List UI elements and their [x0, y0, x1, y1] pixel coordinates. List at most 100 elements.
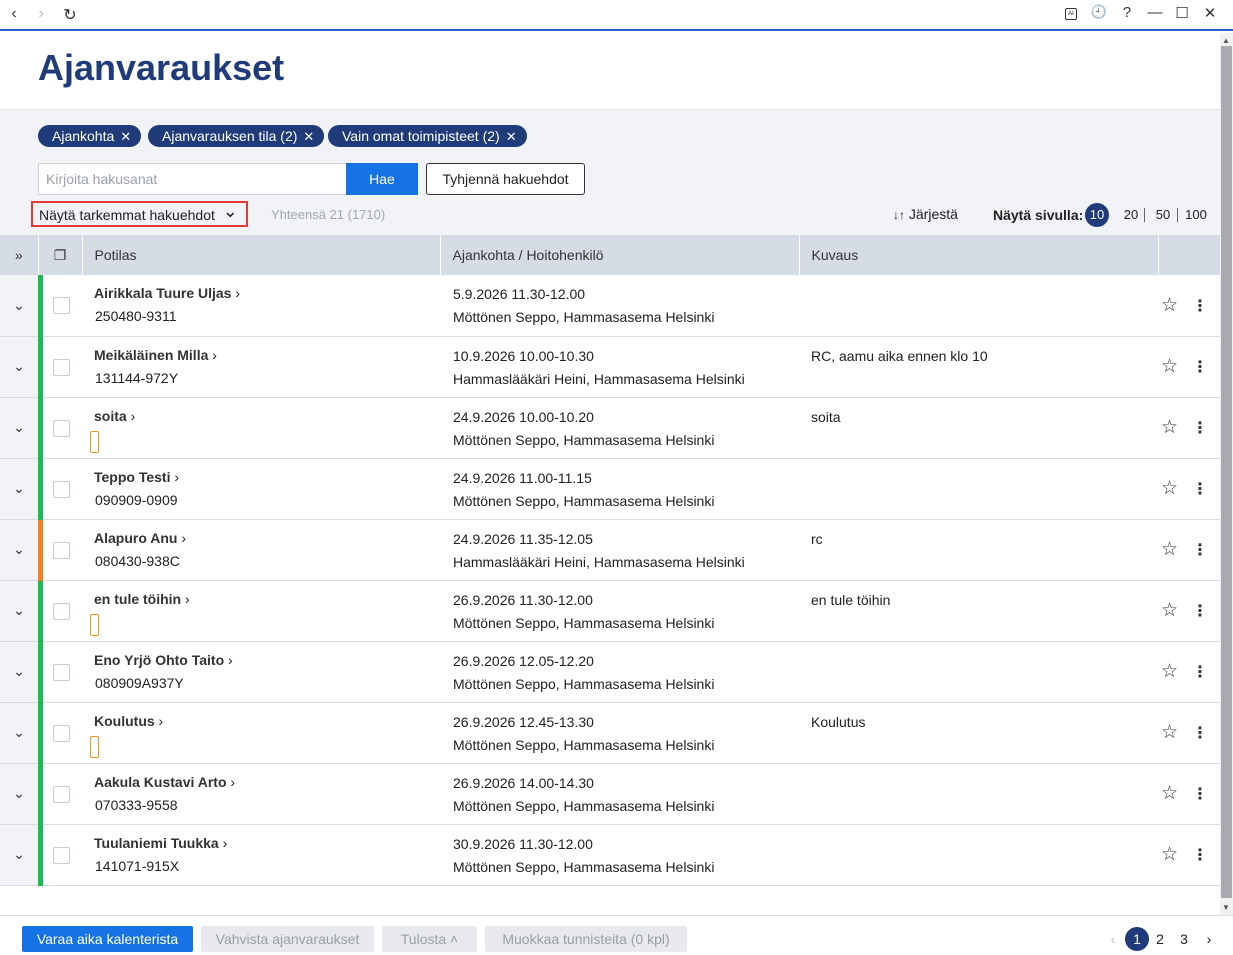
- table-row[interactable]: ⌄ Aakula Kustavi Arto › 070333-9558 26.9.20…: [0, 763, 1220, 825]
- scroll-down-icon[interactable]: ▼: [1222, 903, 1230, 912]
- more-menu-icon[interactable]: ⋮: [1192, 664, 1208, 681]
- sort-button[interactable]: ↓↑ Järjestä: [893, 206, 958, 222]
- confirm-appointments-button[interactable]: Vahvista ajanvaraukset: [201, 926, 374, 952]
- table-row[interactable]: ⌄ en tule töihin › 26.9.2026 11.30-12.00 Mö…: [0, 580, 1220, 642]
- more-menu-icon[interactable]: ⋮: [1192, 481, 1208, 498]
- patient-link[interactable]: Eno Yrjö Ohto Taito ›: [82, 642, 440, 668]
- prev-page-icon[interactable]: ‹: [1101, 927, 1125, 951]
- page-1[interactable]: 1: [1125, 927, 1149, 951]
- row-checkbox[interactable]: [53, 358, 70, 376]
- table-row[interactable]: ⌄ Koulutus › 26.9.2026 12.45-13.30 Möttönen…: [0, 702, 1220, 764]
- book-from-calendar-button[interactable]: Varaa aika kalenterista: [22, 926, 193, 952]
- remove-icon[interactable]: ✕: [303, 129, 314, 144]
- table-row[interactable]: ⌄ soita › 24.9.2026 10.00-10.20 Möttönen Se…: [0, 397, 1220, 459]
- patient-link[interactable]: Tuulaniemi Tuukka ›: [82, 825, 440, 851]
- scrollbar-thumb[interactable]: [1221, 46, 1232, 898]
- star-icon[interactable]: ☆: [1161, 844, 1178, 865]
- star-icon[interactable]: ☆: [1161, 600, 1178, 621]
- more-menu-icon[interactable]: ⋮: [1192, 298, 1208, 315]
- clear-filters-button[interactable]: Tyhjennä hakuehdot: [426, 163, 585, 195]
- star-icon[interactable]: ☆: [1161, 722, 1178, 743]
- patient-link[interactable]: en tule töihin ›: [82, 581, 440, 607]
- row-checkbox[interactable]: [53, 602, 70, 620]
- minimize-icon[interactable]: —: [1146, 4, 1164, 21]
- more-menu-icon[interactable]: ⋮: [1192, 420, 1208, 437]
- table-row[interactable]: ⌄ Alapuro Anu › 080430-938C 24.9.2026 11.35…: [0, 519, 1220, 581]
- table-row[interactable]: ⌄ Airikkala Tuure Uljas › 250480-9311 5.9.2…: [0, 275, 1220, 337]
- filter-chip-status[interactable]: Ajanvarauksen tila (2) ✕: [148, 125, 325, 147]
- remove-icon[interactable]: ✕: [506, 129, 517, 144]
- ai-icon[interactable]: AI: [1065, 8, 1077, 20]
- reload-icon[interactable]: ↻: [61, 5, 79, 25]
- row-checkbox[interactable]: [53, 541, 70, 559]
- patient-link[interactable]: Teppo Testi ›: [82, 459, 440, 485]
- expand-row-icon[interactable]: ⌄: [0, 763, 38, 825]
- row-checkbox[interactable]: [53, 785, 70, 803]
- table-row[interactable]: ⌄ Teppo Testi › 090909-0909 24.9.2026 11.00…: [0, 458, 1220, 520]
- row-checkbox[interactable]: [53, 663, 70, 681]
- table-row[interactable]: ⌄ Meikäläinen Milla › 131144-972Y 10.9.2026…: [0, 336, 1220, 398]
- star-icon[interactable]: ☆: [1161, 417, 1178, 438]
- row-checkbox[interactable]: [53, 297, 70, 314]
- back-icon[interactable]: ‹: [5, 5, 23, 23]
- row-checkbox[interactable]: [53, 419, 70, 437]
- column-header-ajankohta[interactable]: Ajankohta / Hoitohenkilö: [440, 235, 800, 275]
- row-checkbox[interactable]: [53, 846, 70, 864]
- page-3[interactable]: 3: [1172, 927, 1196, 951]
- help-icon[interactable]: ?: [1118, 4, 1136, 21]
- expand-row-icon[interactable]: ⌄: [0, 580, 38, 642]
- more-menu-icon[interactable]: ⋮: [1192, 786, 1208, 803]
- row-checkbox[interactable]: [53, 724, 70, 742]
- per-page-option-100[interactable]: 100: [1184, 203, 1208, 227]
- star-icon[interactable]: ☆: [1161, 539, 1178, 560]
- per-page-option-50[interactable]: 50: [1154, 203, 1172, 227]
- expand-row-icon[interactable]: ⌄: [0, 458, 38, 520]
- column-header-potilas[interactable]: Potilas: [82, 235, 441, 275]
- forward-icon[interactable]: ›: [32, 5, 50, 23]
- show-more-filters-toggle[interactable]: Näytä tarkemmat hakuehdot ⌄: [31, 201, 248, 227]
- more-menu-icon[interactable]: ⋮: [1192, 542, 1208, 559]
- search-button[interactable]: Hae: [346, 163, 418, 195]
- patient-link[interactable]: Alapuro Anu ›: [82, 520, 440, 546]
- edit-tags-button[interactable]: Muokkaa tunnisteita (0 kpl): [485, 926, 687, 952]
- remove-icon[interactable]: ✕: [120, 129, 131, 144]
- maximize-icon[interactable]: ☐: [1173, 4, 1191, 22]
- expand-row-icon[interactable]: ⌄: [0, 275, 38, 337]
- expand-row-icon[interactable]: ⌄: [0, 519, 38, 581]
- more-menu-icon[interactable]: ⋮: [1192, 847, 1208, 864]
- star-icon[interactable]: ☆: [1161, 356, 1178, 377]
- patient-link[interactable]: Meikäläinen Milla ›: [82, 337, 440, 363]
- table-row[interactable]: ⌄ Tuulaniemi Tuukka › 141071-915X 30.9.2026…: [0, 824, 1220, 886]
- page-2[interactable]: 2: [1148, 927, 1172, 951]
- column-header-kuvaus[interactable]: Kuvaus: [799, 235, 1159, 275]
- more-menu-icon[interactable]: ⋮: [1192, 725, 1208, 742]
- table-row[interactable]: ⌄ Eno Yrjö Ohto Taito › 080909A937Y 26.9.20…: [0, 641, 1220, 703]
- scroll-up-icon[interactable]: ▲: [1222, 36, 1230, 45]
- expand-row-icon[interactable]: ⌄: [0, 702, 38, 764]
- expand-row-icon[interactable]: ⌄: [0, 641, 38, 703]
- star-icon[interactable]: ☆: [1161, 478, 1178, 499]
- expand-all-icon[interactable]: »: [0, 235, 39, 275]
- next-page-icon[interactable]: ›: [1197, 927, 1221, 951]
- per-page-option-20[interactable]: 20: [1122, 203, 1140, 227]
- close-icon[interactable]: ✕: [1201, 4, 1219, 22]
- search-input[interactable]: [38, 163, 347, 195]
- expand-row-icon[interactable]: ⌄: [0, 824, 38, 886]
- row-checkbox[interactable]: [53, 480, 70, 498]
- patient-link[interactable]: Airikkala Tuure Uljas ›: [82, 275, 440, 301]
- star-icon[interactable]: ☆: [1161, 661, 1178, 682]
- per-page-option-10[interactable]: 10: [1085, 203, 1109, 227]
- more-menu-icon[interactable]: ⋮: [1192, 603, 1208, 620]
- patient-link[interactable]: Koulutus ›: [82, 703, 440, 729]
- expand-row-icon[interactable]: ⌄: [0, 397, 38, 459]
- more-menu-icon[interactable]: ⋮: [1192, 359, 1208, 376]
- select-all-icon[interactable]: ❐: [38, 235, 83, 275]
- patient-link[interactable]: Aakula Kustavi Arto ›: [82, 764, 440, 790]
- print-button[interactable]: Tulosta ˄: [382, 926, 477, 952]
- expand-row-icon[interactable]: ⌄: [0, 336, 38, 398]
- star-icon[interactable]: ☆: [1161, 783, 1178, 804]
- patient-link[interactable]: soita ›: [82, 398, 440, 424]
- filter-chip-own-offices[interactable]: Vain omat toimipisteet (2) ✕: [328, 125, 527, 147]
- star-icon[interactable]: ☆: [1161, 295, 1178, 316]
- history-icon[interactable]: 🕘: [1090, 4, 1108, 20]
